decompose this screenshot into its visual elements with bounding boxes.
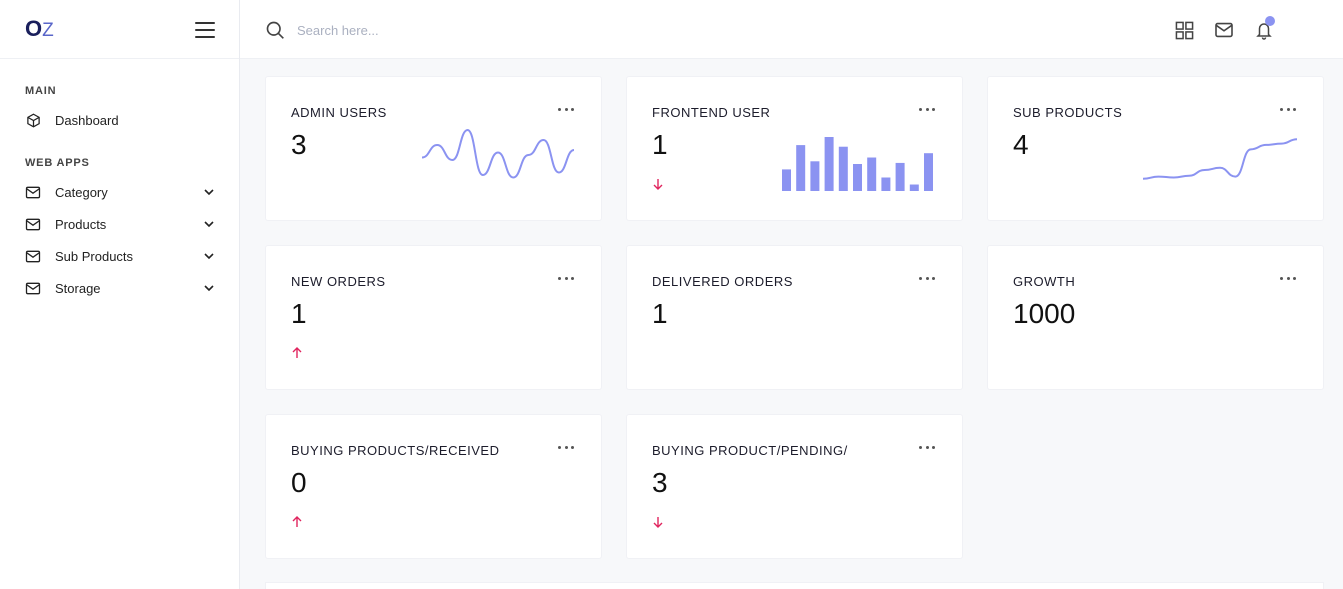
top-header — [240, 0, 1343, 59]
sidebar-item-label: Storage — [55, 280, 101, 296]
sidebar-item-label: Products — [55, 216, 107, 232]
bar — [881, 177, 891, 191]
line-sparkline-chart — [1142, 138, 1298, 180]
card-title: SUB PRODUCTS — [1013, 105, 1123, 120]
card-title: ADMIN USERS — [291, 105, 387, 120]
more-options-icon[interactable] — [919, 272, 935, 284]
chevron-down-icon[interactable] — [203, 250, 215, 262]
stat-card-admin-users: ADMIN USERS 3 — [266, 77, 601, 220]
bar — [782, 169, 791, 191]
more-options-icon[interactable] — [558, 441, 574, 453]
sidebar-item-storage[interactable]: Storage — [25, 277, 215, 299]
card-value: 1000 — [1013, 298, 1076, 329]
more-options-icon[interactable] — [558, 103, 574, 115]
card-title: DELIVERED ORDERS — [652, 274, 793, 289]
bar — [824, 137, 834, 191]
card-title: NEW ORDERS — [291, 274, 386, 289]
stat-card-growth: GROWTH 1000 — [988, 246, 1323, 389]
card-title: BUYING PRODUCT/PENDING/ — [652, 443, 848, 458]
card-value: 1 — [652, 298, 668, 329]
cube-icon — [25, 112, 41, 128]
more-options-icon[interactable] — [1280, 103, 1296, 115]
card-title: GROWTH — [1013, 274, 1076, 289]
bell-icon[interactable] — [1253, 16, 1275, 41]
arrow-up-icon — [292, 516, 302, 527]
card-value: 0 — [291, 467, 307, 498]
more-options-icon[interactable] — [919, 441, 935, 453]
sparkline-chart — [421, 128, 575, 179]
more-options-icon[interactable] — [1280, 272, 1296, 284]
bar — [909, 184, 919, 191]
apps-grid-icon[interactable] — [1173, 19, 1195, 41]
sidebar-item-dashboard[interactable]: Dashboard — [25, 109, 215, 131]
card-value: 3 — [652, 467, 668, 498]
sidebar-item-label: Sub Products — [55, 248, 134, 264]
mail-icon — [25, 280, 41, 296]
card-title: FRONTEND USER — [652, 105, 771, 120]
search-icon[interactable] — [265, 20, 285, 40]
bar — [867, 157, 877, 191]
logo-main: O — [25, 16, 43, 41]
logo-accent: Z — [42, 20, 54, 41]
sidebar: OZ MAIN Dashboard WEB APPS Category Prod… — [0, 0, 240, 589]
card-value: 1 — [291, 298, 307, 329]
bar — [796, 145, 806, 191]
chevron-down-icon[interactable] — [203, 282, 215, 294]
sidebar-item-products[interactable]: Products — [25, 213, 215, 235]
more-options-icon[interactable] — [558, 272, 574, 284]
search-input[interactable] — [297, 19, 597, 41]
logo-bar: OZ — [0, 0, 239, 59]
bar — [838, 146, 848, 191]
stat-card-delivered-orders: DELIVERED ORDERS 1 — [627, 246, 962, 389]
mail-icon — [25, 184, 41, 200]
bar — [853, 164, 862, 191]
sidebar-item-label: Dashboard — [55, 112, 119, 128]
section-webapps-label: WEB APPS — [25, 157, 90, 169]
mail-icon — [25, 216, 41, 232]
sidebar-item-label: Category — [55, 184, 108, 200]
sidebar-item-sub-products[interactable]: Sub Products — [25, 245, 215, 267]
sparkline-series — [421, 128, 575, 179]
arrow-down-icon — [653, 517, 663, 528]
chevron-down-icon[interactable] — [203, 186, 215, 198]
menu-toggle-icon[interactable] — [195, 22, 215, 38]
bar — [810, 161, 820, 191]
sparkline-series — [1142, 138, 1298, 180]
arrow-up-icon — [292, 347, 302, 358]
stat-card-frontend-user: FRONTEND USER 1 — [627, 77, 962, 220]
mail-icon — [25, 248, 41, 264]
chevron-down-icon[interactable] — [203, 218, 215, 230]
more-options-icon[interactable] — [919, 103, 935, 115]
bar — [924, 153, 933, 191]
next-panel — [266, 583, 1323, 589]
logo[interactable]: OZ — [25, 16, 54, 42]
card-title: BUYING PRODUCTS/RECEIVED — [291, 443, 500, 458]
card-value: 4 — [1013, 129, 1029, 160]
stat-card-buying-pending: BUYING PRODUCT/PENDING/ 3 — [627, 415, 962, 558]
arrow-down-icon — [653, 179, 663, 190]
bar — [895, 162, 905, 191]
stat-card-buying-received: BUYING PRODUCTS/RECEIVED 0 — [266, 415, 601, 558]
stat-card-sub-products: SUB PRODUCTS 4 — [988, 77, 1323, 220]
stat-card-new-orders: NEW ORDERS 1 — [266, 246, 601, 389]
sidebar-item-category[interactable]: Category — [25, 181, 215, 203]
mail-icon[interactable] — [1213, 19, 1235, 41]
card-value: 1 — [652, 129, 668, 160]
notification-badge — [1265, 16, 1275, 26]
section-main-label: MAIN — [25, 85, 57, 97]
card-value: 3 — [291, 129, 307, 160]
bar-sparkline-chart — [782, 137, 933, 191]
